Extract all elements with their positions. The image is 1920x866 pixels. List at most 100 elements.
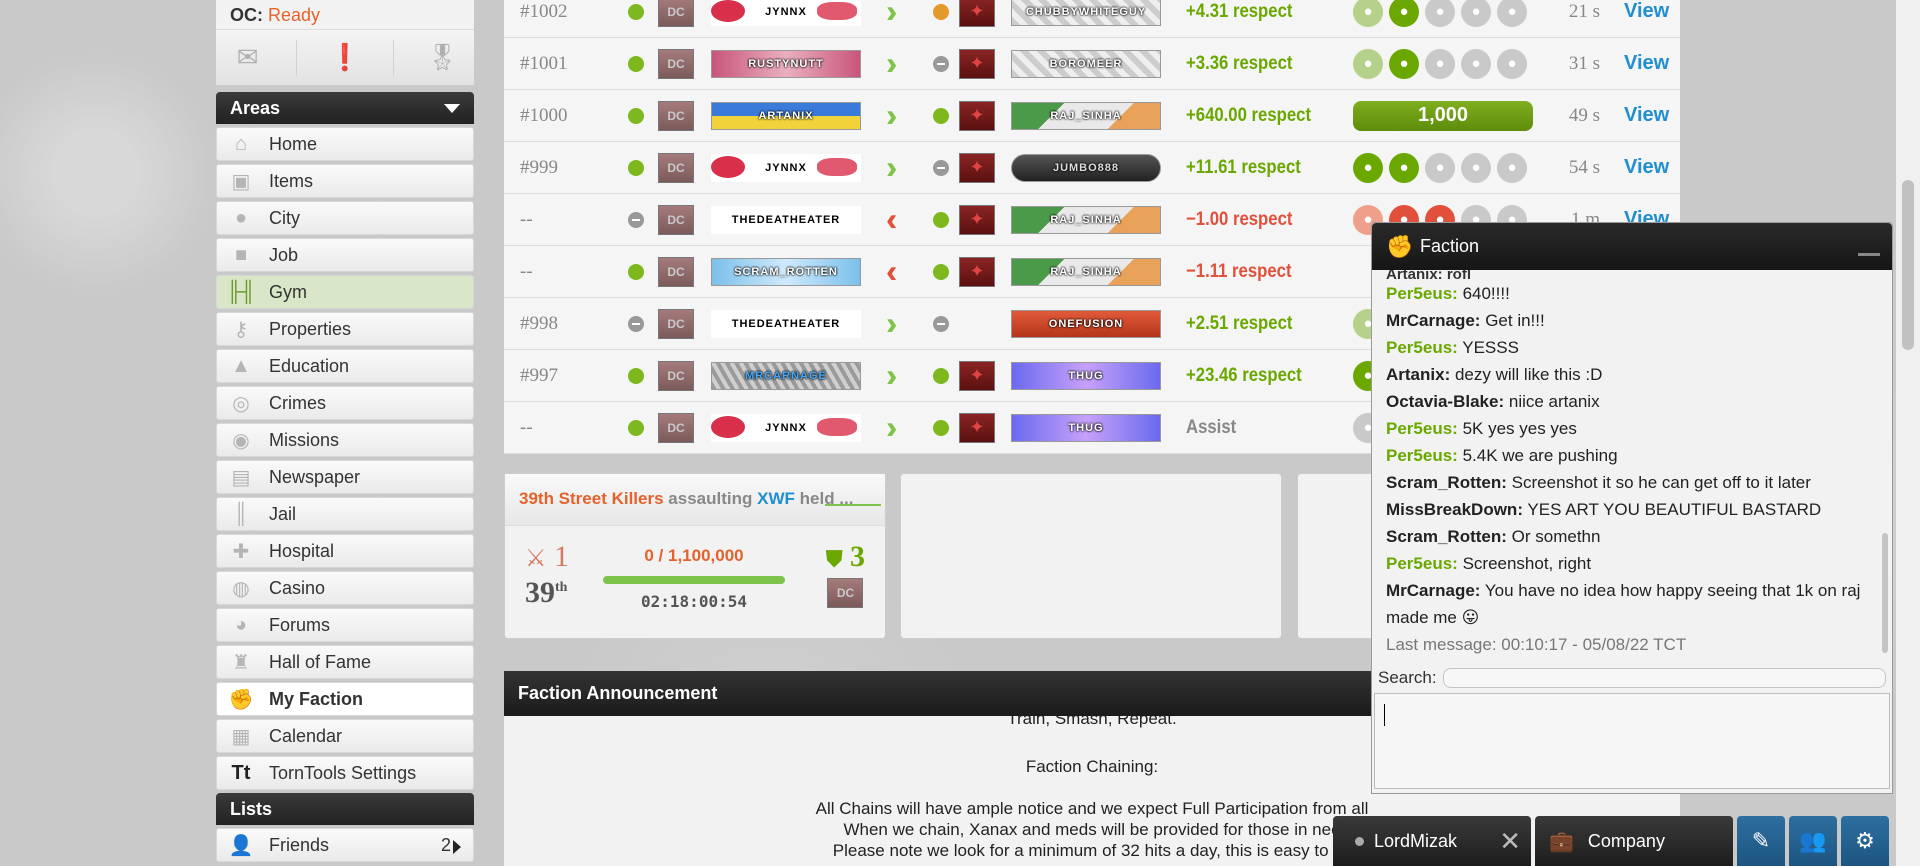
chat-tab-lordmizak[interactable]: LordMizak ✕: [1333, 816, 1531, 866]
view-link[interactable]: View: [1624, 104, 1669, 127]
chat-username[interactable]: MissBreakDown:: [1386, 500, 1523, 519]
sidebar-item-properties[interactable]: ⚷ Properties: [216, 312, 474, 346]
defender-faction-icon[interactable]: ✦: [959, 256, 995, 287]
attacker-name-banner[interactable]: JYNNX: [711, 413, 861, 442]
faction-tag[interactable]: DC: [658, 308, 694, 339]
faction-tag[interactable]: DC: [658, 204, 694, 235]
attacker-name-banner[interactable]: MRCARNAGE: [711, 361, 861, 390]
defender-faction-icon[interactable]: ✦: [959, 204, 995, 235]
view-link[interactable]: View: [1624, 0, 1669, 23]
sidebar-item-calendar[interactable]: ▦ Calendar: [216, 719, 474, 753]
chat-username[interactable]: Scram_Rotten:: [1386, 473, 1507, 492]
defender-name-banner[interactable]: RAJ_SINHA: [1011, 205, 1161, 234]
attack-id[interactable]: #998: [520, 313, 558, 335]
sidebar-item-friends[interactable]: 👤 Friends 2: [216, 828, 474, 862]
people-icon[interactable]: 👥: [1789, 816, 1837, 866]
close-icon[interactable]: ✕: [1499, 826, 1521, 857]
chat-search-input[interactable]: [1442, 668, 1886, 688]
defender-faction-icon[interactable]: ✦: [959, 412, 995, 443]
defender-name-banner[interactable]: THUG: [1011, 361, 1161, 390]
sidebar-item-jail[interactable]: ║ Jail: [216, 497, 474, 531]
faction-tag[interactable]: DC: [658, 360, 694, 391]
defender-faction-icon[interactable]: ✦: [959, 360, 995, 391]
defender-name-banner[interactable]: ONEFUSION: [1011, 309, 1161, 338]
attacker-name-banner[interactable]: THEDEATHEATER: [711, 309, 861, 338]
sidebar-item-job[interactable]: ■ Job: [216, 238, 474, 272]
chat-username[interactable]: Per5eus:: [1386, 446, 1458, 465]
sidebar-item-gym[interactable]: ╟╢ Gym: [216, 275, 474, 309]
faction-tag[interactable]: DC: [658, 0, 694, 27]
defender-faction-icon[interactable]: ✦: [959, 0, 995, 27]
mail-icon[interactable]: ✉: [233, 42, 263, 73]
chat-username[interactable]: MrCarnage:: [1386, 581, 1480, 600]
defender-name-banner[interactable]: RAJ_SINHA: [1011, 101, 1161, 130]
oc-status[interactable]: Ready: [268, 5, 320, 25]
chat-username[interactable]: Per5eus:: [1386, 284, 1458, 303]
view-link[interactable]: View: [1624, 52, 1669, 75]
attack-id[interactable]: #1002: [520, 1, 568, 23]
war-defender-faction[interactable]: XWF: [757, 489, 795, 508]
chat-username[interactable]: MrCarnage:: [1386, 311, 1480, 330]
chat-username[interactable]: Per5eus:: [1386, 554, 1458, 573]
faction-tag[interactable]: DC: [658, 412, 694, 443]
defender-name-banner[interactable]: JUMBO888: [1011, 153, 1161, 182]
sidebar-item-missions[interactable]: ◉ Missions: [216, 423, 474, 457]
sidebar-item-home[interactable]: ⌂ Home: [216, 127, 474, 161]
attack-id[interactable]: #999: [520, 157, 558, 179]
sidebar-item-hospital[interactable]: ✚ Hospital: [216, 534, 474, 568]
page-scrollbar[interactable]: [1896, 0, 1920, 866]
chat-tab-company[interactable]: 💼 Company: [1535, 816, 1733, 866]
defender-faction-icon[interactable]: ✦: [959, 152, 995, 183]
view-link[interactable]: View: [1624, 156, 1669, 179]
attacker-name-banner[interactable]: RUSTYNUTT: [711, 49, 861, 78]
defender-name-banner[interactable]: THUG: [1011, 413, 1161, 442]
chat-scrollbar[interactable]: [1882, 533, 1888, 653]
attacker-name-banner[interactable]: JYNNX: [711, 0, 861, 26]
chat-username[interactable]: Per5eus:: [1386, 419, 1458, 438]
sidebar-item-newspaper[interactable]: ▤ Newspaper: [216, 460, 474, 494]
sidebar-item-casino[interactable]: ◍ Casino: [216, 571, 474, 605]
defender-faction-icon[interactable]: ✦: [959, 100, 995, 131]
attack-id[interactable]: #1000: [520, 105, 568, 127]
attacker-name-banner[interactable]: JYNNX: [711, 153, 861, 182]
attack-id[interactable]: --: [520, 261, 533, 283]
defender-name-banner[interactable]: BOROMEER: [1011, 49, 1161, 78]
sidebar-item-my-faction[interactable]: ✊ My Faction: [216, 682, 474, 716]
attack-id[interactable]: #1001: [520, 53, 568, 75]
lists-header[interactable]: Lists: [216, 793, 474, 825]
chat-username[interactable]: Artanix:: [1386, 365, 1450, 384]
alert-icon[interactable]: ❗: [329, 42, 361, 73]
gear-icon[interactable]: ⚙: [1841, 816, 1889, 866]
chat-header[interactable]: ✊ Faction: [1372, 223, 1892, 270]
attack-id[interactable]: --: [520, 417, 533, 439]
sidebar-item-education[interactable]: ▲ Education: [216, 349, 474, 383]
attacker-name-banner[interactable]: ARTANIX: [711, 101, 861, 130]
sidebar-item-crimes[interactable]: ◎ Crimes: [216, 386, 474, 420]
sidebar-item-items[interactable]: ▣ Items: [216, 164, 474, 198]
medal-icon[interactable]: 🎖: [426, 42, 459, 73]
pencil-icon[interactable]: ✎: [1737, 816, 1785, 866]
faction-tag[interactable]: DC: [658, 48, 694, 79]
faction-tag[interactable]: DC: [658, 100, 694, 131]
sidebar-item-forums[interactable]: ◕ Forums: [216, 608, 474, 642]
attacker-name-banner[interactable]: THEDEATHEATER: [711, 205, 861, 234]
chat-username[interactable]: Octavia-Blake:: [1386, 392, 1504, 411]
chat-username[interactable]: Scram_Rotten:: [1386, 527, 1507, 546]
war-title[interactable]: 39th Street Killers assaulting XWF held …: [505, 474, 885, 526]
chat-messages[interactable]: Artanix: rofl Per5eus: 640!!!! MrCarnage:…: [1372, 270, 1882, 658]
defender-faction-icon[interactable]: ✦: [959, 48, 995, 79]
chat-username[interactable]: Per5eus:: [1386, 338, 1458, 357]
areas-header[interactable]: Areas: [216, 92, 474, 124]
chevron-down-icon[interactable]: [444, 104, 460, 113]
defender-name-banner[interactable]: CHUBBYWHITEGUY: [1011, 0, 1161, 26]
defender-name-banner[interactable]: RAJ_SINHA: [1011, 257, 1161, 286]
sidebar-item-hall-of-fame[interactable]: ♜ Hall of Fame: [216, 645, 474, 679]
sidebar-item-city[interactable]: ● City: [216, 201, 474, 235]
attack-id[interactable]: --: [520, 209, 533, 231]
sidebar-item-torntools-settings[interactable]: Tt TornTools Settings: [216, 756, 474, 790]
minimize-icon[interactable]: [1858, 253, 1880, 256]
faction-chat-window[interactable]: ✊ Faction Artanix: rofl Per5eus: 640!!!!…: [1371, 222, 1893, 794]
chat-message-input[interactable]: [1374, 693, 1890, 789]
faction-tag[interactable]: DC: [827, 578, 864, 608]
ranked-war-box[interactable]: 39th Street Killers assaulting XWF held …: [504, 473, 886, 639]
